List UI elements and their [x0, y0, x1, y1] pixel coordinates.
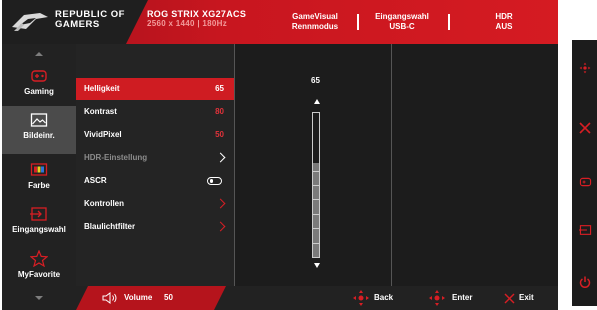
slider-tick	[312, 199, 320, 200]
menu-item-kontrast[interactable]: Kontrast 80	[76, 101, 234, 123]
rog-eye-logo-icon	[12, 13, 48, 31]
volume-label: Volume	[124, 293, 153, 302]
navigate-icon	[353, 290, 369, 306]
hdr-value: AUS	[495, 22, 513, 31]
sidebar-item-label: Gaming	[24, 87, 54, 96]
quick-key-panel	[572, 40, 597, 306]
sidebar-item-bildeinr[interactable]: Bildeinr.	[2, 106, 76, 154]
sidebar-item-label: Bildeinr.	[23, 131, 55, 140]
input-icon[interactable]	[579, 224, 592, 236]
resolution: 2560 x 1440	[147, 19, 195, 28]
menu-item-label: Helligkeit	[84, 84, 120, 93]
navigate-icon	[429, 290, 445, 306]
sidebar: Gaming Bildeinr. Farbe Eingangswahl MyFa…	[2, 44, 76, 310]
gamevisual-value: Rennmodus	[291, 22, 339, 31]
slider-tick	[312, 185, 320, 186]
header-separator	[357, 14, 359, 30]
gamevisual-label: GameVisual	[292, 12, 338, 21]
power-icon[interactable]	[579, 276, 591, 288]
menu-item-value: 65	[215, 84, 224, 93]
brand-line-2: GAMERS	[55, 19, 100, 30]
slider-tick	[312, 214, 320, 215]
input-icon	[30, 207, 47, 221]
header-hdr: HDR AUS	[464, 12, 544, 32]
settings-menu: Helligkeit 65 Kontrast 80 VividPixel 50 …	[76, 44, 234, 286]
chevron-right-icon	[215, 152, 226, 163]
header-separator	[448, 14, 450, 30]
menu-item-label: Kontrollen	[84, 199, 124, 208]
navigate-icon[interactable]	[579, 62, 591, 74]
scroll-up-icon[interactable]	[35, 52, 43, 56]
menu-item-value: 50	[215, 130, 224, 139]
color-icon	[30, 163, 48, 176]
menu-item-blaulichtfilter[interactable]: Blaulichtfilter	[76, 216, 234, 238]
osd-header: REPUBLIC OF GAMERS ROG STRIX XG27ACS 256…	[2, 0, 558, 44]
input-label: Eingangswahl	[375, 12, 429, 21]
sidebar-item-farbe[interactable]: Farbe	[2, 156, 76, 200]
input-value: USB-C	[389, 22, 415, 31]
slider-decrease-icon[interactable]	[314, 263, 320, 268]
toggle-off-icon[interactable]	[207, 177, 222, 185]
back-button[interactable]: Back	[374, 286, 393, 310]
hdr-label: HDR	[495, 12, 513, 21]
slider-tick	[312, 171, 320, 172]
speaker-icon	[102, 292, 117, 304]
sidebar-item-eingangswahl[interactable]: Eingangswahl	[2, 200, 76, 244]
header-gamevisual: GameVisual Rennmodus	[275, 12, 355, 32]
picture-icon	[30, 113, 48, 127]
volume-value: 50	[164, 293, 173, 302]
slider-tick	[312, 228, 320, 229]
model-info: ROG STRIX XG27ACS 2560 x 1440 | 180Hz	[147, 9, 246, 29]
sidebar-item-label: Eingangswahl	[12, 225, 66, 234]
sub-value-panel	[392, 44, 558, 286]
osd-menu: REPUBLIC OF GAMERS ROG STRIX XG27ACS 256…	[2, 0, 558, 310]
scroll-down-icon[interactable]	[35, 296, 43, 300]
menu-item-label: Blaulichtfilter	[84, 222, 136, 231]
resolution-line: 2560 x 1440 | 180Hz	[147, 19, 246, 29]
slider-increase-icon[interactable]	[314, 99, 320, 104]
close-icon	[504, 293, 515, 304]
sidebar-item-myfavorite[interactable]: MyFavorite	[2, 244, 76, 288]
close-icon[interactable]	[579, 122, 591, 134]
resolution-separator: |	[197, 19, 200, 28]
menu-item-label: HDR-Einstellung	[84, 153, 148, 162]
menu-item-vividpixel[interactable]: VividPixel 50	[76, 124, 234, 146]
enter-button[interactable]: Enter	[452, 286, 472, 310]
menu-item-helligkeit[interactable]: Helligkeit 65	[76, 78, 234, 100]
chevron-right-icon	[215, 221, 226, 232]
slider-tick	[312, 243, 320, 244]
menu-item-ascr[interactable]: ASCR	[76, 170, 234, 192]
refresh-rate: 180Hz	[202, 19, 228, 28]
menu-item-label: Kontrast	[84, 107, 117, 116]
menu-item-value: 80	[215, 107, 224, 116]
osd-footer: Volume 50 Back Enter Exit	[76, 286, 558, 310]
menu-item-label: VividPixel	[84, 130, 122, 139]
menu-item-label: ASCR	[84, 176, 107, 185]
model-name: ROG STRIX XG27ACS	[147, 9, 247, 19]
menu-item-kontrollen[interactable]: Kontrollen	[76, 193, 234, 215]
sidebar-item-label: MyFavorite	[17, 270, 61, 279]
gamepad-icon	[31, 70, 47, 82]
sidebar-item-label: Farbe	[28, 181, 50, 190]
sidebar-item-gaming[interactable]: Gaming	[2, 62, 76, 106]
exit-button[interactable]: Exit	[519, 286, 534, 310]
menu-item-hdr-einstellung[interactable]: HDR-Einstellung	[76, 147, 234, 169]
brightness-slider[interactable]	[312, 112, 320, 258]
chevron-right-icon	[215, 198, 226, 209]
header-input: Eingangswahl USB-C	[362, 12, 442, 32]
star-icon	[30, 250, 48, 267]
value-panel: 65	[234, 44, 392, 286]
slider-value: 65	[311, 76, 320, 85]
brand-name: REPUBLIC OF GAMERS	[55, 10, 125, 30]
gamepad-icon[interactable]	[579, 176, 592, 188]
